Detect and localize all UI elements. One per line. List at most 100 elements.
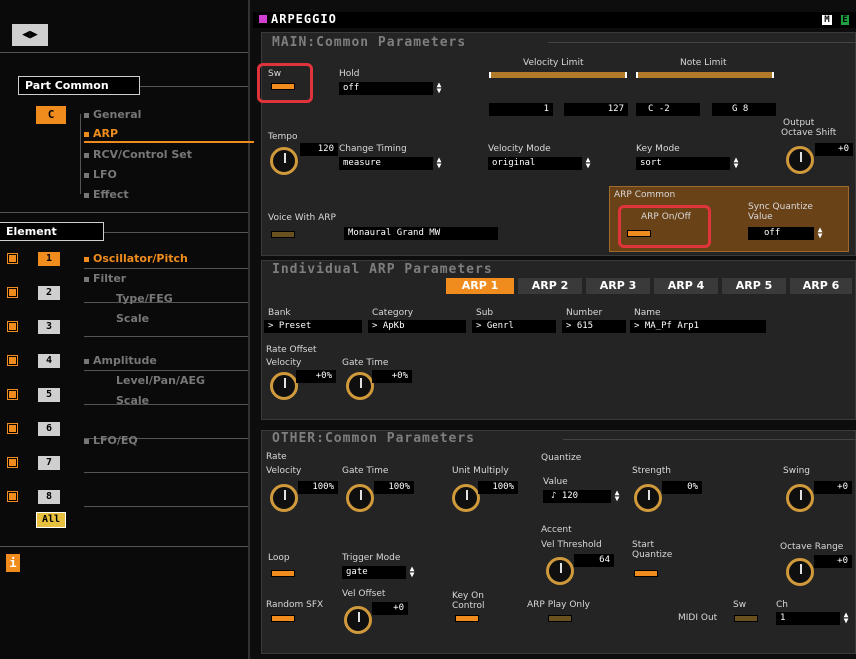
sw-highlight xyxy=(257,63,313,103)
element-2-led[interactable] xyxy=(7,287,18,298)
tab-arp-6[interactable]: ARP 6 xyxy=(790,278,852,294)
arp-play-only-switch[interactable] xyxy=(548,615,572,622)
category-value[interactable]: > ApKb xyxy=(368,320,466,333)
output-octave-knob[interactable] xyxy=(786,146,814,174)
tab-arp-5[interactable]: ARP 5 xyxy=(722,278,786,294)
start-quantize-switch[interactable] xyxy=(634,570,658,577)
hold-value[interactable]: off xyxy=(339,82,433,95)
midi-out-switch[interactable] xyxy=(734,615,758,622)
sync-quantize-spin-icon[interactable]: ▲ ▼ xyxy=(816,226,824,240)
velocity-low-value[interactable]: 1 xyxy=(489,103,553,116)
octave-range-knob[interactable] xyxy=(786,558,814,586)
element-5-button[interactable]: 5 xyxy=(38,388,60,402)
tab-arp-3[interactable]: ARP 3 xyxy=(586,278,650,294)
velocity-high-value[interactable]: 127 xyxy=(564,103,628,116)
tab-arp-2[interactable]: ARP 2 xyxy=(518,278,582,294)
quantize-spin-icon[interactable]: ▲ ▼ xyxy=(613,489,621,503)
tab-arp-1[interactable]: ARP 1 xyxy=(446,278,514,294)
indiv-velocity-knob[interactable] xyxy=(270,372,298,400)
key-on-control-switch[interactable] xyxy=(455,615,479,622)
all-elements-button[interactable]: All xyxy=(36,512,66,528)
title-marker-icon xyxy=(259,15,267,23)
element-menu-7[interactable]: LFO/EQ xyxy=(84,434,138,447)
note-high-value[interactable]: G 8 xyxy=(712,103,776,116)
vel-threshold-value: 64 xyxy=(574,554,614,567)
trigger-mode-value[interactable]: gate xyxy=(342,566,406,579)
element-2-button[interactable]: 2 xyxy=(38,286,60,300)
random-sfx-switch[interactable] xyxy=(271,615,295,622)
main-section-title: MAIN:Common Parameters xyxy=(272,35,467,50)
unit-multiply-knob[interactable] xyxy=(452,484,480,512)
element-menu-1[interactable]: Filter xyxy=(84,272,126,285)
bank-label: Bank xyxy=(268,308,291,318)
menu-effect[interactable]: Effect xyxy=(84,188,129,201)
vel-offset-knob[interactable] xyxy=(344,606,372,634)
indiv-gate-time-knob[interactable] xyxy=(346,372,374,400)
menu-rcv-control-set[interactable]: RCV/Control Set xyxy=(84,148,192,161)
velocity-limit-bar[interactable] xyxy=(489,72,627,78)
note-low-value[interactable]: C -2 xyxy=(636,103,700,116)
key-mode-label: Key Mode xyxy=(636,144,680,154)
trigger-mode-spin-icon[interactable]: ▲ ▼ xyxy=(408,565,416,579)
key-mode-value[interactable]: sort xyxy=(636,157,730,170)
element-6-led[interactable] xyxy=(7,423,18,434)
element-1-led[interactable] xyxy=(7,253,18,264)
sync-quantize-value[interactable]: off xyxy=(748,227,814,240)
menu-lfo[interactable]: LFO xyxy=(84,168,117,181)
element-3-led[interactable] xyxy=(7,321,18,332)
menu-general[interactable]: General xyxy=(84,108,141,121)
midi-out-label: MIDI Out xyxy=(678,613,718,623)
other-gate-time-knob[interactable] xyxy=(346,484,374,512)
quantize-value[interactable]: ♪ 120 xyxy=(543,490,611,503)
element-5-led[interactable] xyxy=(7,389,18,400)
velocity-mode-spin-icon[interactable]: ▲ ▼ xyxy=(584,156,592,170)
vel-offset-label: Vel Offset xyxy=(342,589,386,599)
element-menu-2[interactable]: Type/FEG xyxy=(116,292,173,305)
menu-arp[interactable]: ARP xyxy=(84,127,118,140)
voice-with-arp-value[interactable]: Monaural Grand MW xyxy=(344,227,498,240)
number-value[interactable]: > 615 xyxy=(562,320,626,333)
element-7-led[interactable] xyxy=(7,457,18,468)
midi-ch-spin-icon[interactable]: ▲ ▼ xyxy=(842,611,850,625)
key-mode-spin-icon[interactable]: ▲ ▼ xyxy=(732,156,740,170)
tab-arp-4[interactable]: ARP 4 xyxy=(654,278,718,294)
loop-switch[interactable] xyxy=(271,570,295,577)
trigger-mode-label: Trigger Mode xyxy=(342,553,401,563)
element-menu-5[interactable]: Level/Pan/AEG xyxy=(116,374,205,387)
other-gate-time-label: Gate Time xyxy=(342,466,389,476)
element-3-button[interactable]: 3 xyxy=(38,320,60,334)
info-icon[interactable]: i xyxy=(6,554,20,572)
element-menu-label: Oscillator/Pitch xyxy=(93,252,188,265)
midi-ch-value[interactable]: 1 xyxy=(776,612,840,625)
element-4-led[interactable] xyxy=(7,355,18,366)
other-velocity-knob[interactable] xyxy=(270,484,298,512)
element-menu-6[interactable]: Scale xyxy=(116,394,149,407)
element-7-button[interactable]: 7 xyxy=(38,456,60,470)
element-1-button[interactable]: 1 xyxy=(38,252,60,266)
swing-value: +0 xyxy=(814,481,852,494)
output-octave-value: +0 xyxy=(815,143,853,156)
nav-toggle-button[interactable]: ◀▶ xyxy=(12,24,48,46)
element-8-button[interactable]: 8 xyxy=(38,490,60,504)
vel-threshold-knob[interactable] xyxy=(546,557,574,585)
part-common-badge[interactable]: C xyxy=(36,106,66,124)
element-menu-0[interactable]: Oscillator/Pitch xyxy=(84,252,188,265)
element-menu-label: Scale xyxy=(116,312,150,325)
element-8-led[interactable] xyxy=(7,491,18,502)
name-value[interactable]: > MA_Pf Arp1 xyxy=(630,320,766,333)
tempo-knob[interactable] xyxy=(270,147,298,175)
element-4-button[interactable]: 4 xyxy=(38,354,60,368)
swing-knob[interactable] xyxy=(786,484,814,512)
element-menu-3[interactable]: Scale xyxy=(116,312,149,325)
note-limit-bar[interactable] xyxy=(636,72,774,78)
sub-value[interactable]: > Genrl xyxy=(472,320,556,333)
element-6-button[interactable]: 6 xyxy=(38,422,60,436)
velocity-mode-value[interactable]: original xyxy=(488,157,582,170)
change-timing-value[interactable]: measure xyxy=(339,157,433,170)
bank-value[interactable]: > Preset xyxy=(264,320,362,333)
change-timing-spin-icon[interactable]: ▲ ▼ xyxy=(435,156,443,170)
element-menu-4[interactable]: Amplitude xyxy=(84,354,157,367)
voice-with-arp-switch[interactable] xyxy=(271,231,295,238)
hold-spin-icon[interactable]: ▲ ▼ xyxy=(435,81,443,95)
strength-knob[interactable] xyxy=(634,484,662,512)
